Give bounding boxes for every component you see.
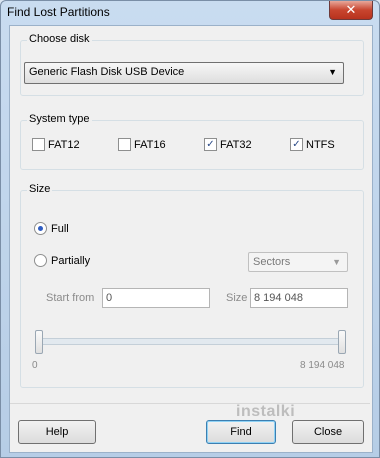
radio-selected-dot (38, 226, 43, 231)
checkbox-ntfs[interactable]: ✓ NTFS (290, 138, 335, 151)
size-label: Size (226, 292, 248, 304)
checkbox-fat16-label: FAT16 (134, 138, 166, 151)
checkbox-fat32-label: FAT32 (220, 138, 252, 151)
choose-disk-label: Choose disk (27, 33, 92, 45)
close-button[interactable]: Close (292, 420, 364, 444)
separator (10, 403, 370, 404)
checkbox-ntfs-label: NTFS (306, 138, 335, 151)
start-from-label: Start from (46, 292, 95, 304)
checkbox-fat16[interactable]: FAT16 (118, 138, 166, 151)
window-title: Find Lost Partitions (7, 5, 110, 19)
find-button[interactable]: Find (206, 420, 276, 444)
checkbox-fat12[interactable]: FAT12 (32, 138, 80, 151)
size-value: 8 194 048 (254, 292, 303, 304)
checkmark-icon: ✓ (206, 138, 215, 150)
system-type-label: System type (27, 113, 92, 125)
radio-button[interactable] (34, 222, 47, 235)
watermark-logo: instalki (236, 403, 296, 420)
close-icon: ✕ (345, 2, 357, 18)
disk-dropdown[interactable]: Generic Flash Disk USB Device ▼ (24, 62, 344, 84)
start-from-value: 0 (106, 292, 113, 304)
unit-dropdown[interactable]: Sectors ▼ (248, 252, 348, 272)
slider-max-label: 8 194 048 (300, 360, 345, 371)
find-button-label: Find (230, 426, 252, 438)
size-group-label: Size (27, 183, 53, 195)
dropdown-arrow-icon: ▼ (328, 67, 337, 77)
checkbox-fat32[interactable]: ✓ FAT32 (204, 138, 252, 151)
radio-full[interactable]: Full (34, 222, 69, 235)
checkbox-fat12-label: FAT12 (48, 138, 80, 151)
close-button-label: Close (313, 426, 343, 438)
checkmark-icon: ✓ (292, 138, 301, 150)
checkbox-box[interactable]: ✓ (204, 138, 217, 151)
start-from-input[interactable]: 0 (102, 288, 210, 308)
radio-button[interactable] (34, 254, 47, 267)
close-window-button[interactable]: ✕ (329, 1, 373, 20)
dropdown-arrow-icon: ▼ (332, 257, 341, 267)
disk-dropdown-value: Generic Flash Disk USB Device (29, 66, 185, 78)
find-lost-partitions-window: Find Lost Partitions ✕ Choose disk Gener… (0, 0, 380, 458)
checkbox-box[interactable] (32, 138, 45, 151)
dialog-body: Choose disk Generic Flash Disk USB Devic… (9, 25, 373, 453)
radio-partially[interactable]: Partially (34, 254, 90, 267)
slider-end-handle[interactable] (338, 330, 346, 354)
checkbox-box[interactable] (118, 138, 131, 151)
checkbox-box[interactable]: ✓ (290, 138, 303, 151)
help-button[interactable]: Help (18, 420, 96, 444)
title-bar[interactable]: Find Lost Partitions ✕ (1, 1, 379, 25)
size-input[interactable]: 8 194 048 (250, 288, 348, 308)
radio-full-label: Full (51, 222, 69, 235)
radio-partially-label: Partially (51, 254, 91, 267)
unit-dropdown-value: Sectors (253, 256, 291, 268)
slider-min-label: 0 (32, 360, 38, 371)
size-range-slider-track[interactable] (36, 338, 342, 345)
help-button-label: Help (45, 426, 69, 438)
slider-start-handle[interactable] (35, 330, 43, 354)
